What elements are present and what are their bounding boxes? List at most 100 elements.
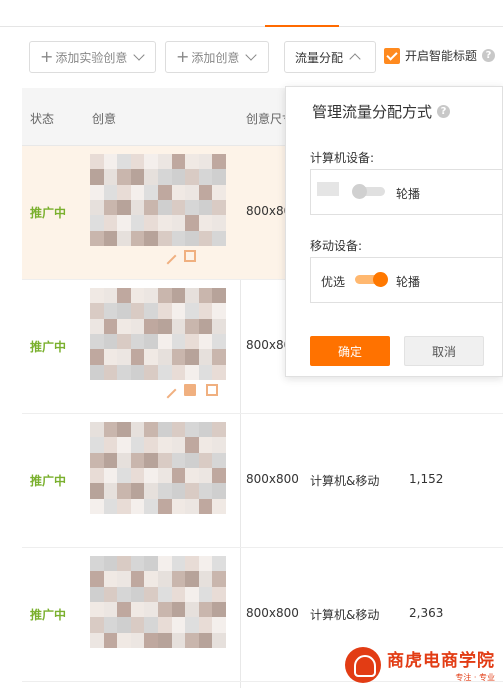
thumbnail-pixel bbox=[144, 483, 158, 499]
thumbnail-pixel bbox=[185, 199, 199, 216]
thumbnail-pixel bbox=[90, 556, 104, 572]
table-row[interactable]: 推广中 800x800 计算机&移动 1,152 bbox=[22, 414, 503, 548]
chevron-down-icon bbox=[245, 49, 258, 61]
thumbnail-pixel bbox=[171, 422, 186, 438]
thumbnail-pixel bbox=[117, 586, 131, 602]
thumbnail-pixel bbox=[185, 215, 199, 231]
thumbnail-pixel bbox=[171, 333, 186, 350]
thumbnail-pixel bbox=[212, 571, 226, 587]
chevron-up-icon bbox=[349, 53, 361, 65]
thumbnail-pixel bbox=[117, 422, 131, 438]
thumbnail-pixel bbox=[117, 571, 131, 587]
help-icon[interactable]: ? bbox=[437, 105, 451, 118]
thumbnail-pixel bbox=[171, 498, 186, 514]
creative-thumbnail[interactable] bbox=[90, 154, 226, 246]
thumbnail-pixel bbox=[144, 571, 158, 587]
thumbnail-pixel bbox=[212, 184, 226, 200]
thumbnail-pixel bbox=[171, 364, 186, 380]
mobile-toggle-switch[interactable] bbox=[355, 272, 388, 287]
thumbnail-pixel bbox=[117, 199, 131, 216]
thumbnail-pixel bbox=[171, 586, 186, 602]
mobile-device-label: 移动设备: bbox=[310, 239, 363, 253]
toolbar: + 添加实验创意 + 添加创意 流量分配 开启智能标题 ? bbox=[0, 41, 503, 75]
checkbox-checked[interactable] bbox=[384, 47, 400, 64]
thumbnail-pixel bbox=[158, 364, 172, 380]
creative-thumbnail[interactable] bbox=[90, 288, 226, 380]
creative-thumbnail[interactable] bbox=[90, 422, 226, 514]
thumbnail-pixel bbox=[103, 452, 118, 468]
edit-icon[interactable] bbox=[159, 381, 177, 399]
thumbnail-pixel bbox=[144, 169, 158, 185]
mobile-option-left: 优选 bbox=[321, 275, 346, 289]
row-actions bbox=[159, 247, 196, 265]
thumbnail-pixel bbox=[130, 184, 145, 200]
thumbnail-pixel bbox=[185, 556, 199, 572]
thumbnail-pixel bbox=[103, 617, 118, 633]
popup-title-text: 管理流量分配方式 bbox=[312, 103, 433, 121]
thumbnail-pixel bbox=[144, 349, 158, 365]
thumbnail-pixel bbox=[117, 169, 131, 185]
device-cell: 计算机&移动 bbox=[310, 474, 380, 488]
pc-device-label: 计算机设备: bbox=[310, 151, 375, 165]
thumbnail-pixel bbox=[144, 230, 158, 246]
copy-icon[interactable] bbox=[206, 384, 218, 396]
thumbnail-pixel bbox=[158, 571, 172, 587]
thumbnail-pixel bbox=[90, 483, 104, 499]
thumbnail-pixel bbox=[198, 303, 213, 319]
thumbnail-pixel bbox=[130, 333, 145, 350]
watermark-sub: 专注 · 专业 bbox=[455, 673, 495, 682]
thumbnail-pixel bbox=[171, 617, 186, 633]
thumbnail-pixel bbox=[198, 556, 213, 572]
thumbnail-pixel bbox=[144, 215, 158, 231]
thumbnail-pixel bbox=[144, 422, 158, 438]
thumbnail-pixel bbox=[90, 632, 104, 648]
pc-device-setting: 轮播 bbox=[310, 169, 503, 215]
thumbnail-pixel bbox=[198, 169, 213, 185]
thumbnail-pixel bbox=[185, 571, 199, 587]
thumbnail-pixel bbox=[130, 364, 145, 380]
help-icon[interactable]: ? bbox=[482, 49, 496, 62]
thumbnail-pixel bbox=[117, 617, 131, 633]
thumbnail-pixel bbox=[185, 303, 199, 319]
thumbnail-pixel bbox=[158, 556, 172, 572]
thumbnail-pixel bbox=[198, 452, 213, 468]
thumbnail-pixel bbox=[103, 154, 118, 170]
cancel-button[interactable]: 取消 bbox=[404, 336, 484, 366]
thumbnail-pixel bbox=[171, 230, 186, 246]
thumbnail-pixel bbox=[117, 288, 131, 304]
thumbnail-pixel bbox=[103, 571, 118, 587]
confirm-button[interactable]: 确定 bbox=[310, 336, 390, 366]
thumbnail-pixel bbox=[171, 199, 186, 216]
thumbnail-pixel bbox=[117, 632, 131, 648]
thumbnail-pixel bbox=[90, 586, 104, 602]
thumbnail-pixel bbox=[130, 452, 145, 468]
thumbnail-pixel bbox=[198, 498, 213, 514]
thumbnail-pixel bbox=[185, 184, 199, 200]
thumbnail-pixel bbox=[117, 215, 131, 231]
thumbnail-pixel bbox=[130, 498, 145, 514]
thumbnail-pixel bbox=[185, 230, 199, 246]
add-creative-button[interactable]: + 添加创意 bbox=[165, 41, 269, 73]
thumbnail-pixel bbox=[130, 303, 145, 319]
thumbnail-pixel bbox=[158, 617, 172, 633]
thumbnail-pixel bbox=[117, 154, 131, 170]
pc-toggle-switch[interactable] bbox=[352, 184, 385, 199]
traffic-allocation-button[interactable]: 流量分配 bbox=[284, 41, 376, 73]
trash-icon[interactable] bbox=[184, 384, 196, 396]
add-experiment-creative-label: 添加实验创意 bbox=[55, 50, 128, 65]
thumbnail-pixel bbox=[130, 586, 145, 602]
edit-icon[interactable] bbox=[159, 247, 177, 265]
thumbnail-pixel bbox=[130, 230, 145, 246]
add-experiment-creative-button[interactable]: + 添加实验创意 bbox=[29, 41, 156, 73]
thumbnail-pixel bbox=[117, 483, 131, 499]
thumbnail-pixel bbox=[185, 483, 199, 499]
thumbnail-pixel bbox=[90, 452, 104, 468]
thumbnail-pixel bbox=[185, 586, 199, 602]
creative-thumbnail[interactable] bbox=[90, 556, 226, 648]
thumbnail-pixel bbox=[144, 437, 158, 453]
plus-icon: + bbox=[40, 47, 54, 66]
count-cell: 2,363 bbox=[409, 606, 444, 620]
thumbnail-pixel bbox=[171, 288, 186, 304]
smart-title-toggle[interactable]: 开启智能标题 ? bbox=[384, 47, 496, 64]
copy-icon[interactable] bbox=[184, 250, 196, 262]
